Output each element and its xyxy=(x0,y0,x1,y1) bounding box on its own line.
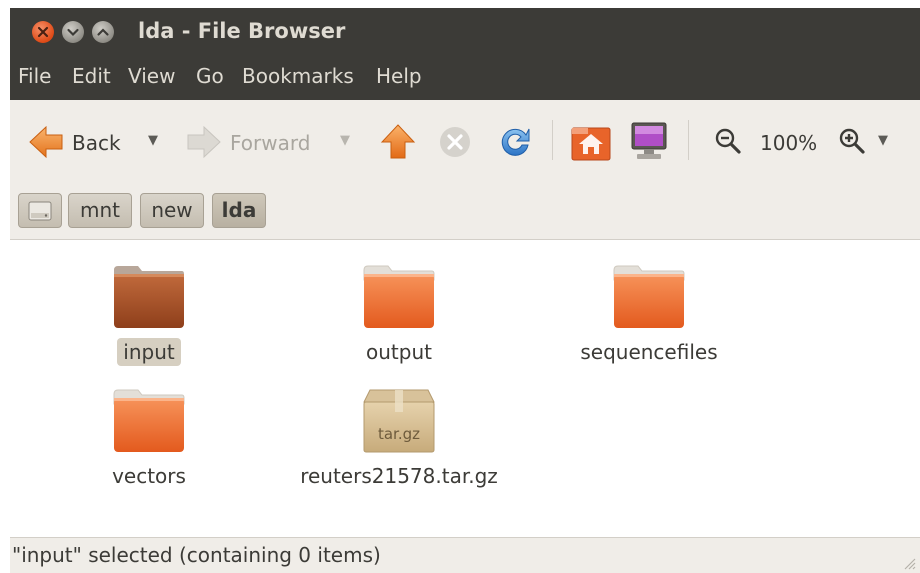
menu-file[interactable]: File xyxy=(18,64,51,88)
file-name: sequencefiles xyxy=(580,340,718,364)
minimize-icon xyxy=(67,28,79,37)
toolbar-separator xyxy=(688,120,689,160)
zoom-out-icon[interactable] xyxy=(714,127,742,155)
file-browser-window: lda - File Browser File Edit View Go Boo… xyxy=(10,8,920,573)
back-arrow-icon[interactable] xyxy=(28,124,64,160)
title-bar: lda - File Browser xyxy=(10,8,920,56)
folder-item[interactable]: output xyxy=(294,264,504,374)
file-name: reuters21578.tar.gz xyxy=(300,464,498,488)
folder-item[interactable]: input xyxy=(44,264,254,374)
folder-icon xyxy=(113,389,185,452)
file-name: vectors xyxy=(112,464,186,488)
zoom-level[interactable]: 100% xyxy=(760,131,817,155)
archive-box-icon: tar.gz xyxy=(363,389,435,453)
toolbar-separator xyxy=(552,120,553,160)
folder-icon xyxy=(114,266,184,328)
minimize-window-button[interactable] xyxy=(62,21,84,43)
menu-bookmarks[interactable]: Bookmarks xyxy=(242,64,354,88)
home-folder-icon[interactable] xyxy=(570,122,612,162)
forward-arrow-icon[interactable] xyxy=(186,124,222,160)
folder-item[interactable]: sequencefiles xyxy=(544,264,754,374)
close-icon xyxy=(37,26,49,38)
breadcrumb-lda[interactable]: lda xyxy=(212,193,266,228)
toolbar: Back ▼ Forward ▼ 100% ▼ mnt new lda xyxy=(10,100,920,240)
window-title: lda - File Browser xyxy=(138,19,346,43)
back-history-dropdown[interactable]: ▼ xyxy=(148,133,158,148)
forward-button[interactable]: Forward xyxy=(230,131,310,155)
menu-help[interactable]: Help xyxy=(376,64,422,88)
archive-badge-label: tar.gz xyxy=(378,425,420,443)
archive-item[interactable]: tar.gz reuters21578.tar.gz xyxy=(294,388,504,498)
close-window-button[interactable] xyxy=(32,21,54,43)
status-text: "input" selected (containing 0 items) xyxy=(12,543,381,567)
menu-edit[interactable]: Edit xyxy=(72,64,111,88)
menu-go[interactable]: Go xyxy=(196,64,224,88)
breadcrumb-root[interactable] xyxy=(18,193,62,228)
menu-bar: File Edit View Go Bookmarks Help xyxy=(10,56,920,100)
forward-history-dropdown[interactable]: ▼ xyxy=(340,133,350,148)
reload-icon[interactable] xyxy=(496,123,534,161)
breadcrumb-new[interactable]: new xyxy=(140,193,204,228)
folder-icon xyxy=(613,265,685,328)
menu-view[interactable]: View xyxy=(128,64,175,88)
resize-grip-icon[interactable] xyxy=(902,556,916,570)
zoom-in-icon[interactable] xyxy=(838,127,866,155)
maximize-window-button[interactable] xyxy=(92,21,114,43)
breadcrumb-mnt[interactable]: mnt xyxy=(68,193,132,228)
hard-drive-icon xyxy=(28,201,52,221)
computer-icon[interactable] xyxy=(628,120,670,162)
folder-icon xyxy=(363,265,435,328)
stop-icon[interactable] xyxy=(438,125,472,159)
zoom-dropdown[interactable]: ▼ xyxy=(878,133,888,148)
status-bar: "input" selected (containing 0 items) xyxy=(10,537,920,573)
back-button[interactable]: Back xyxy=(72,131,121,155)
file-name: input xyxy=(44,338,254,366)
maximize-icon xyxy=(97,28,109,36)
file-view: input output sequencefiles vectors tar.g… xyxy=(10,240,920,537)
folder-item[interactable]: vectors xyxy=(44,388,254,498)
go-up-icon[interactable] xyxy=(380,122,416,162)
file-name: output xyxy=(366,340,432,364)
